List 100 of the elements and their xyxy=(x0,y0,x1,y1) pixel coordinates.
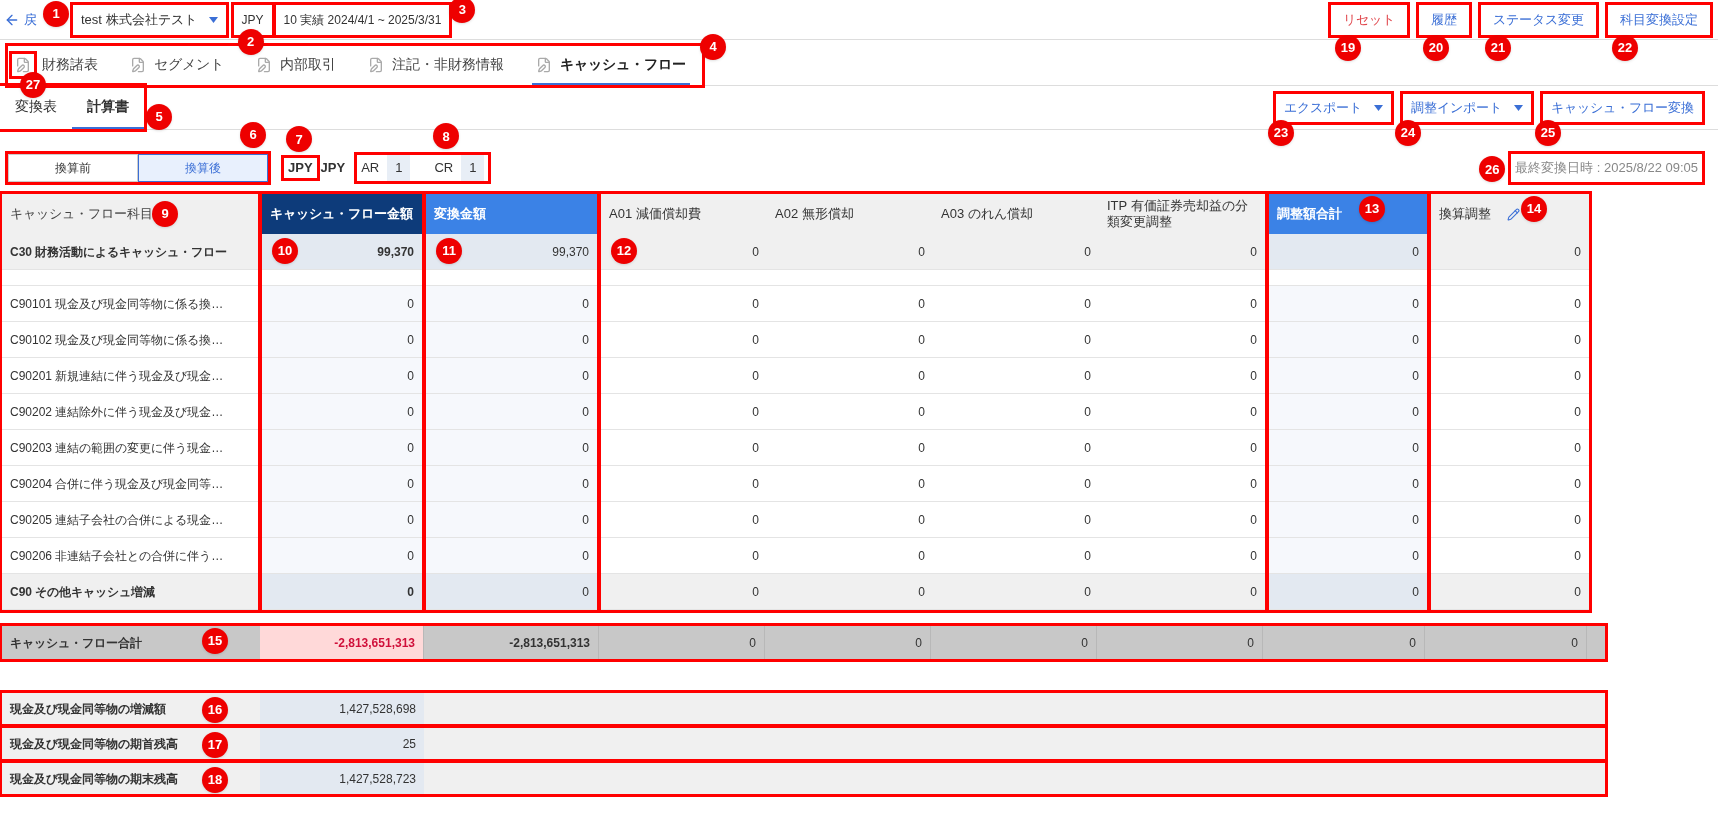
table-cell: 0 xyxy=(1269,430,1427,466)
total-cell: 0 xyxy=(1097,626,1263,659)
currency-label: JPY xyxy=(240,11,265,29)
section-tab[interactable]: セグメント xyxy=(126,46,228,85)
section-tab[interactable]: キャッシュ・フロー xyxy=(532,46,690,85)
table-cell: 0 xyxy=(601,574,767,610)
column-header: A02 無形償却 xyxy=(767,194,933,234)
table-cell: 0 xyxy=(426,322,597,358)
rate-label: CR xyxy=(434,159,454,178)
callout-badge: 26 xyxy=(1479,156,1506,183)
caret-icon xyxy=(1374,104,1383,111)
total-cell: 0 xyxy=(931,626,1097,659)
total-label: キャッシュ・フロー合計 xyxy=(10,634,142,652)
header-button[interactable]: 科目変換設定 xyxy=(1608,4,1710,35)
table-cell: 0 xyxy=(426,574,597,610)
column-header: A03 のれん償却 xyxy=(933,194,1099,234)
table-cell: 0 xyxy=(426,394,597,430)
section-tab[interactable]: 注記・非財務情報 xyxy=(364,46,508,85)
callout-badge: 19 xyxy=(1335,34,1361,61)
table-cell: 0 xyxy=(1269,394,1427,430)
summary-label: 現金及び現金同等物の増減額 xyxy=(10,700,166,718)
column-header: A01 減価償却費 xyxy=(601,194,767,234)
callout-badge: 22 xyxy=(1612,34,1638,61)
total-cell: -2,813,651,313 xyxy=(424,626,599,659)
table-cell: 0 xyxy=(933,234,1099,270)
rate-label: AR xyxy=(361,159,380,178)
table-cell: 0 xyxy=(767,234,933,270)
document-pen-icon xyxy=(536,56,552,73)
summary-value: 25 xyxy=(260,728,424,759)
table-cell: C30 財務活動によるキャッシュ・フロー xyxy=(2,234,258,270)
header-button[interactable]: ステータス変更 xyxy=(1481,4,1596,35)
table-cell: 0 xyxy=(262,358,422,394)
total-cell: 0 xyxy=(1263,626,1425,659)
summary-value: 1,427,528,698 xyxy=(260,693,424,724)
callout-badge: 17 xyxy=(202,732,228,758)
callout-badge: 15 xyxy=(202,628,228,654)
table-cell: 0 xyxy=(767,574,933,610)
summary-label: 現金及び現金同等物の期末残高 xyxy=(10,770,178,788)
conversion-toggle-option[interactable]: 換算前 xyxy=(8,154,138,182)
table-cell: 0 xyxy=(426,430,597,466)
callout-badge: 5 xyxy=(146,104,172,130)
callout-badge: 6 xyxy=(240,122,266,148)
table-cell: 0 xyxy=(1269,322,1427,358)
table-cell: 0 xyxy=(262,430,422,466)
last-conversion-time: 最終変換日時 : 2025/8/22 09:05 xyxy=(1514,159,1699,178)
callout-badge: 24 xyxy=(1395,119,1421,146)
callout-badge: 4 xyxy=(700,34,726,60)
edit-icon xyxy=(1507,207,1520,221)
table-cell: 0 xyxy=(426,358,597,394)
callout-badge: 8 xyxy=(433,123,460,150)
company-dropdown[interactable]: test 株式会社テスト xyxy=(73,4,226,35)
callout-badge: 2 xyxy=(237,28,264,55)
summary-label: 現金及び現金同等物の期首残高 xyxy=(10,735,178,753)
table-cell: 0 xyxy=(262,574,422,610)
table-cell: 0 xyxy=(426,286,597,322)
callout-badge: 16 xyxy=(202,697,228,723)
table-cell: 0 xyxy=(1099,234,1265,270)
table-cell: 0 xyxy=(426,538,597,574)
total-cell: 0 xyxy=(765,626,931,659)
period-label: 10 実績 2024/4/1 ~ 2025/3/31 xyxy=(282,11,443,29)
column-header: 変換金額 xyxy=(426,194,597,234)
callout-badge: 3 xyxy=(449,0,476,23)
table-cell: 0 xyxy=(1269,538,1427,574)
table-cell: 0 xyxy=(262,394,422,430)
table-cell: 0 xyxy=(1269,502,1427,538)
callout-badge: 25 xyxy=(1535,119,1561,146)
callout-badge: 27 xyxy=(20,71,46,98)
table-cell: 0 xyxy=(1269,234,1427,270)
action-button[interactable]: 調整インポート xyxy=(1403,93,1531,122)
caret-icon xyxy=(208,16,218,23)
table-cell: 0 xyxy=(933,574,1099,610)
rate-value: 1 xyxy=(387,155,411,181)
total-cell: 0 xyxy=(1425,626,1587,659)
from-currency: JPY xyxy=(287,160,314,176)
table-cell: 0 xyxy=(262,286,422,322)
callout-badge: 20 xyxy=(1423,34,1449,61)
table-cell: 0 xyxy=(1269,358,1427,394)
document-pen-icon xyxy=(368,56,384,73)
table-cell: 0 xyxy=(1431,234,1589,270)
caret-icon xyxy=(1514,104,1523,111)
header-button[interactable]: 履歴 xyxy=(1419,4,1469,35)
column-header: ITP 有価証券売却益の分類変更調整 xyxy=(1099,194,1265,234)
view-tab[interactable]: 計算書 xyxy=(72,86,144,129)
total-cell: 0 xyxy=(599,626,765,659)
table-cell: 0 xyxy=(262,538,422,574)
back-link[interactable]: 戻 xyxy=(4,9,37,30)
action-button[interactable]: エクスポート xyxy=(1276,93,1391,122)
callout-badge: 21 xyxy=(1485,34,1511,61)
table-cell: 0 xyxy=(1269,466,1427,502)
summary-value: 1,427,528,723 xyxy=(260,763,424,794)
table-cell: 0 xyxy=(1269,286,1427,322)
table-cell: 0 xyxy=(262,466,422,502)
table-cell: 0 xyxy=(1099,574,1265,610)
table-cell: 0 xyxy=(426,466,597,502)
header-button[interactable]: リセット xyxy=(1331,4,1407,35)
table-cell: 0 xyxy=(1269,574,1427,610)
table-cell: 0 xyxy=(262,322,422,358)
document-pen-icon xyxy=(256,56,272,73)
action-button[interactable]: キャッシュ・フロー変換 xyxy=(1543,93,1702,122)
conversion-toggle-option[interactable]: 換算後 xyxy=(138,154,268,182)
